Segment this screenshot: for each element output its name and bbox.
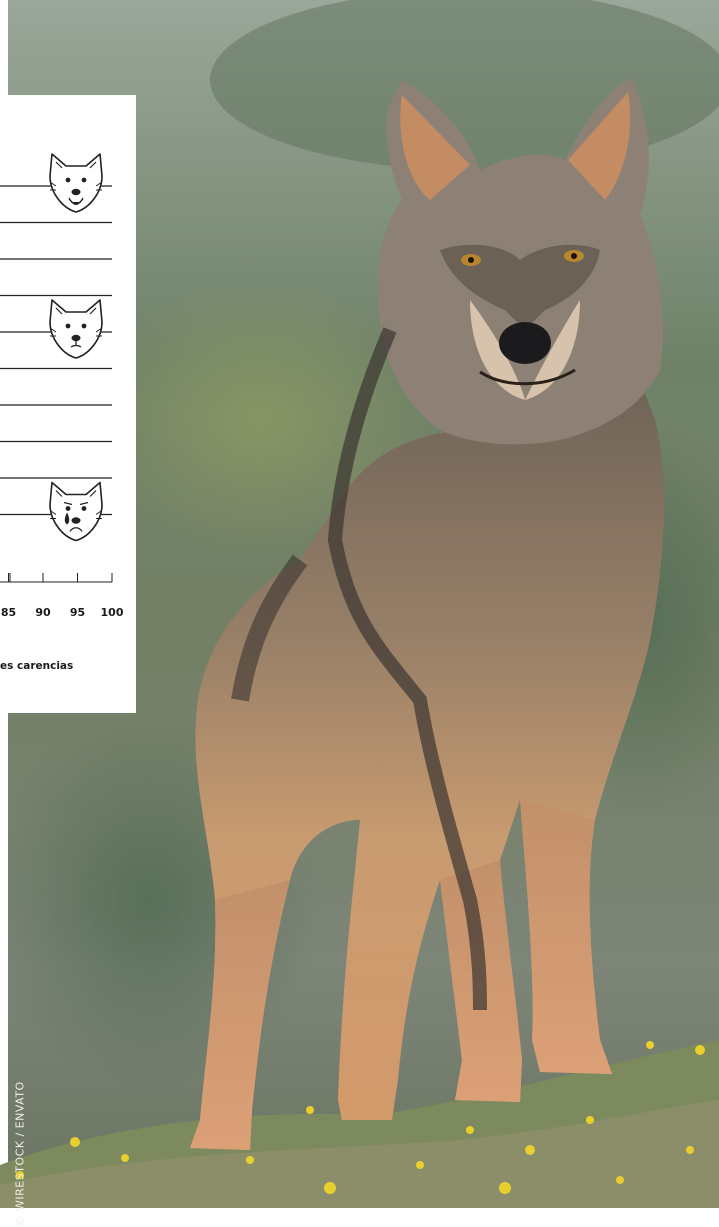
chart-panel: 85 90 95 100 es carencias xyxy=(0,95,136,713)
photo-credit: © WIRESTOCK / ENVATO xyxy=(13,1081,27,1227)
wolf-eye xyxy=(65,323,71,329)
wolf-eye xyxy=(81,177,87,183)
x-tick-label: 95 xyxy=(70,606,85,619)
x-tick-label: 85 xyxy=(1,606,16,619)
x-tick-label: 100 xyxy=(101,606,124,619)
wolf-nose xyxy=(71,334,81,342)
wolf-face-outline xyxy=(49,299,103,359)
wolf-eye xyxy=(65,177,71,183)
happy-wolf-icon xyxy=(49,153,103,213)
wolf-nose xyxy=(71,188,81,196)
chart-caption: es carencias xyxy=(0,660,74,672)
wolf-face-outline xyxy=(49,481,103,542)
wolf-eye xyxy=(81,323,87,329)
neutral-wolf-icon xyxy=(49,299,103,359)
crying-wolf-icon xyxy=(49,481,103,542)
wolf-eye xyxy=(81,506,87,511)
wolf-eye xyxy=(65,506,71,511)
x-tick-label: 90 xyxy=(35,606,51,619)
chart-svg: 85 90 95 100 xyxy=(0,153,124,619)
wolf-nose xyxy=(71,517,81,524)
